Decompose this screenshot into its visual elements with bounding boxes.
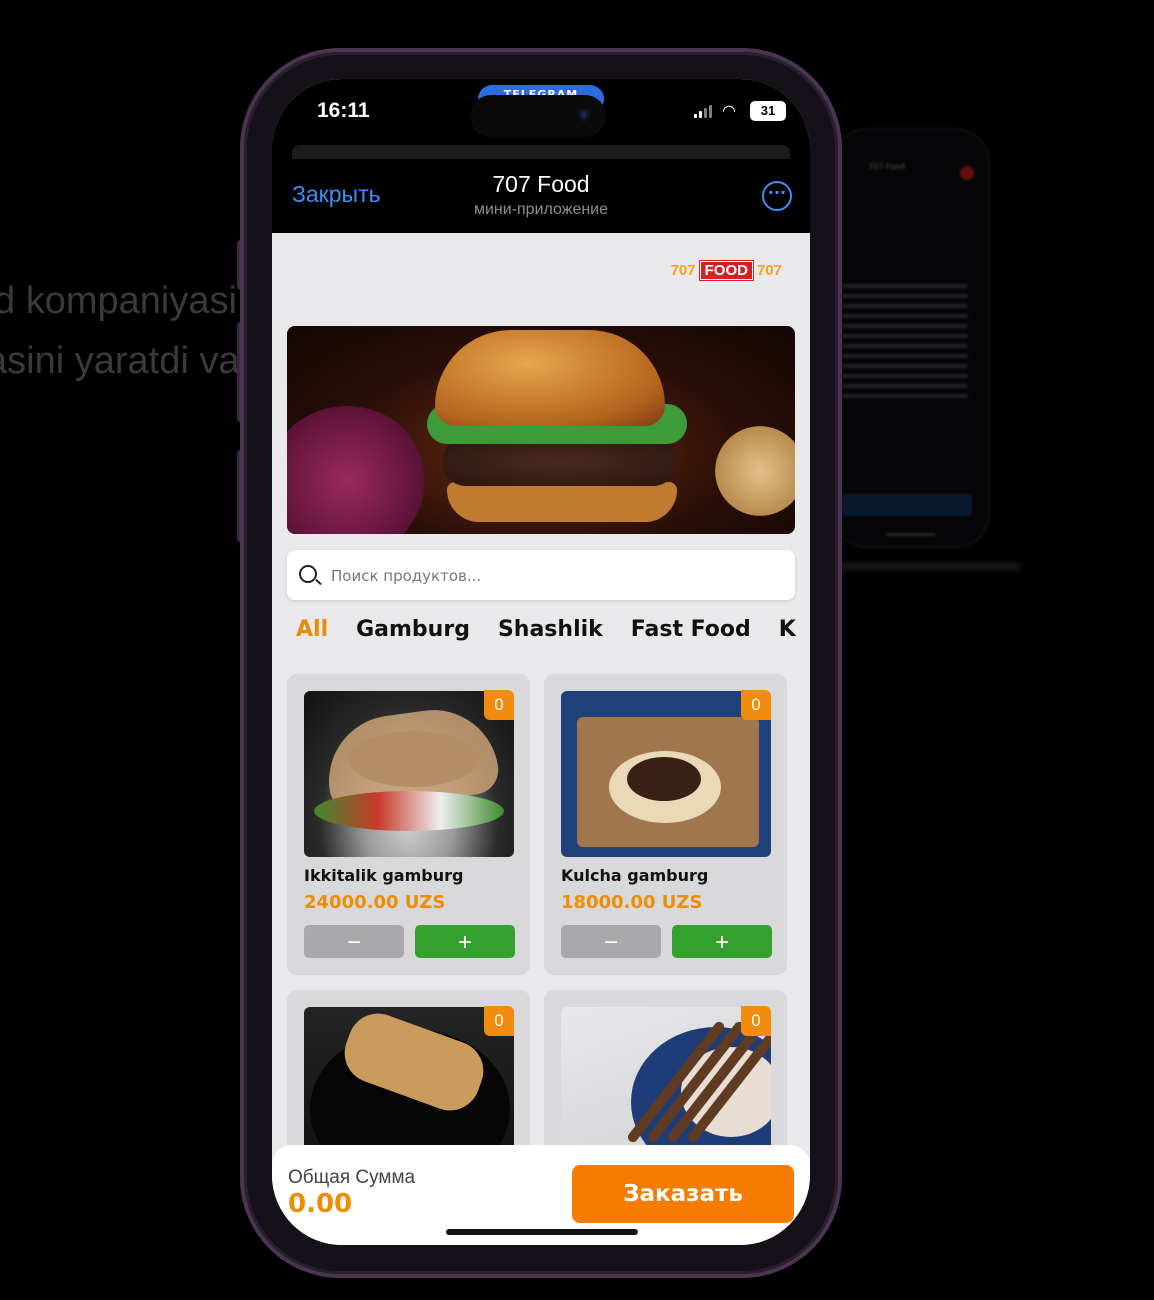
wifi-icon: ◠	[722, 101, 736, 120]
side-button-action	[237, 240, 244, 290]
header-grip	[292, 145, 790, 159]
increase-button[interactable]: +	[672, 925, 772, 958]
product-card[interactable]: 0 Kulcha gamburg 18000.00 UZS − +	[544, 674, 787, 975]
product-name: Ikkitalik gamburg	[304, 866, 464, 885]
background-phone-home-indicator	[886, 533, 936, 536]
category-tab-gamburg[interactable]: Gamburg	[356, 617, 470, 642]
app-title: 707 Food	[492, 171, 590, 197]
category-tabs: All Gamburg Shashlik Fast Food Kl	[296, 617, 796, 653]
signal-icon	[694, 104, 714, 118]
product-card[interactable]: 0 Ikkitalik gamburg 24000.00 UZS − +	[287, 674, 530, 975]
battery-icon: 31	[750, 101, 786, 121]
status-time: 16:11	[317, 99, 370, 122]
increase-button[interactable]: +	[415, 925, 515, 958]
side-button-volume-up	[237, 322, 244, 422]
background-phone-title: 707 Food	[868, 162, 905, 171]
category-tab-fast-food[interactable]: Fast Food	[631, 617, 751, 642]
total-value: 0.00	[288, 1189, 353, 1219]
phone-screen: 16:11 TELEGRAM ◠ 31 Закрыть 707 Food мин…	[272, 79, 810, 1245]
status-icons: ◠ 31	[694, 101, 786, 121]
product-count-badge: 0	[484, 1006, 514, 1036]
brand-word: FOOD	[698, 260, 754, 281]
background-text-line2: asini yaratdi va	[0, 340, 240, 382]
background-phone: 707 Food	[832, 128, 990, 548]
brand-number-right: 707	[756, 262, 782, 279]
background-phone-text	[842, 278, 968, 404]
product-image	[561, 691, 771, 857]
camera-icon	[578, 109, 590, 121]
product-count-badge: 0	[741, 1006, 771, 1036]
category-tab-all[interactable]: All	[296, 617, 328, 642]
product-count-badge: 0	[484, 690, 514, 720]
background-text-line1: d kompaniyasi	[0, 280, 237, 322]
background-phone-shadow	[820, 562, 1020, 570]
brand-number-left: 707	[670, 262, 696, 279]
decrease-button[interactable]: −	[304, 925, 404, 958]
category-tab-shashlik[interactable]: Shashlik	[498, 617, 603, 642]
app-subtitle: мини-приложение	[473, 201, 609, 218]
main-content: 707 FOOD 707 All Gamburg Shashlik Fast Food…	[272, 233, 810, 1245]
home-indicator	[446, 1229, 638, 1235]
more-options-icon[interactable]: ···	[762, 181, 792, 211]
background-phone-logo	[960, 166, 974, 180]
order-button[interactable]: Заказать	[572, 1165, 794, 1223]
total-label: Общая Сумма	[288, 1167, 416, 1188]
brand-logo: 707 FOOD 707	[670, 260, 782, 281]
side-button-volume-down	[237, 450, 244, 542]
miniapp-header: Закрыть 707 Food мини-приложение ···	[272, 139, 810, 233]
background-phone-button	[842, 494, 972, 516]
search-bar[interactable]	[287, 550, 795, 602]
decrease-button[interactable]: −	[561, 925, 661, 958]
search-input[interactable]	[329, 550, 773, 602]
category-tab-more[interactable]: Kl	[779, 617, 796, 642]
hero-banner-image	[287, 326, 795, 534]
dynamic-island	[470, 95, 606, 137]
product-name: Kulcha gamburg	[561, 866, 709, 885]
product-price: 18000.00 UZS	[561, 892, 703, 913]
product-count-badge: 0	[741, 690, 771, 720]
product-image	[304, 691, 514, 857]
search-icon	[299, 565, 317, 583]
product-price: 24000.00 UZS	[304, 892, 446, 913]
